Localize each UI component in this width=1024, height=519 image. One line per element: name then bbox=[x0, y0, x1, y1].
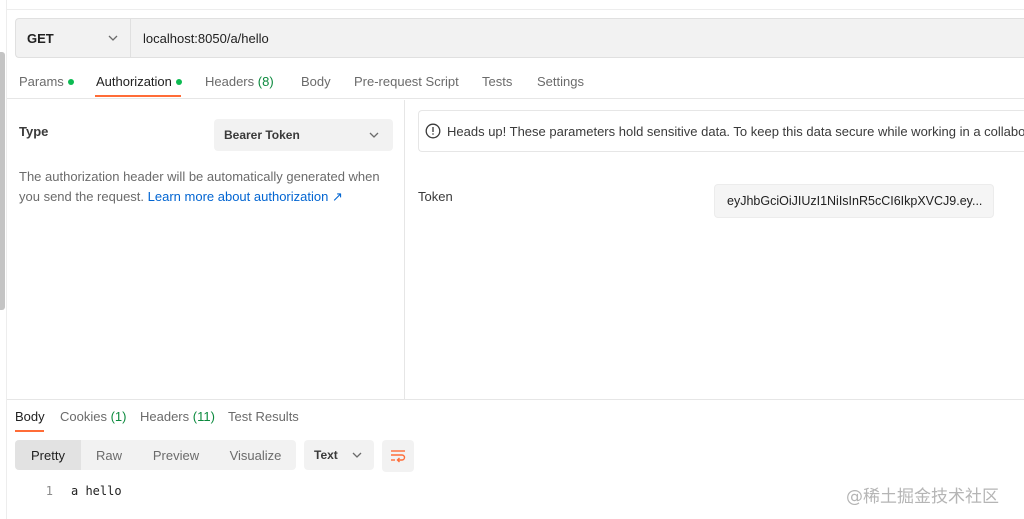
active-tab-indicator bbox=[95, 95, 181, 97]
view-pretty-button[interactable]: Pretty bbox=[15, 440, 81, 470]
chevron-down-icon bbox=[108, 35, 118, 41]
info-icon bbox=[425, 123, 441, 139]
view-preview-button[interactable]: Preview bbox=[137, 440, 215, 470]
view-mode-toggle: Pretty Raw Preview Visualize bbox=[15, 440, 296, 470]
tab-label: Pre-request Script bbox=[354, 74, 459, 89]
response-tab-body[interactable]: Body bbox=[15, 409, 45, 424]
wrap-lines-icon bbox=[391, 450, 406, 463]
response-divider bbox=[7, 399, 1024, 400]
auth-description: The authorization header will be automat… bbox=[19, 167, 389, 207]
tab-count: (1) bbox=[110, 409, 127, 424]
learn-more-link[interactable]: Learn more about authorization ↗ bbox=[148, 189, 343, 204]
tab-body[interactable]: Body bbox=[301, 74, 331, 89]
format-select[interactable]: Text bbox=[304, 440, 374, 470]
response-body-code[interactable]: 1 a hello bbox=[15, 484, 122, 498]
active-response-tab-indicator bbox=[15, 430, 44, 432]
response-tab-test-results[interactable]: Test Results bbox=[228, 409, 299, 424]
tab-label: Body bbox=[15, 409, 45, 424]
tab-label: Headers bbox=[140, 409, 190, 424]
notice-text: Heads up! These parameters hold sensitiv… bbox=[447, 123, 1024, 139]
tab-authorization[interactable]: Authorization bbox=[96, 74, 182, 89]
code-line: a hello bbox=[71, 484, 122, 498]
tab-params[interactable]: Params bbox=[19, 74, 74, 89]
auth-type-select[interactable]: Bearer Token bbox=[214, 119, 393, 151]
watermark: @稀土掘金技术社区 bbox=[846, 487, 999, 507]
top-strip bbox=[7, 0, 1024, 10]
status-dot bbox=[175, 78, 182, 85]
response-tab-headers[interactable]: Headers (11) bbox=[140, 409, 215, 424]
url-input[interactable]: localhost:8050/a/hello bbox=[131, 31, 269, 46]
method-label: GET bbox=[27, 30, 54, 46]
tab-label: Test Results bbox=[228, 409, 299, 424]
tab-label: Tests bbox=[482, 74, 513, 89]
tab-label: Headers bbox=[205, 74, 255, 89]
token-label: Token bbox=[418, 189, 453, 204]
tab-label: Settings bbox=[537, 74, 584, 89]
scrollbar-thumb[interactable] bbox=[0, 52, 5, 310]
status-dot bbox=[67, 78, 74, 85]
tab-label: Params bbox=[19, 74, 64, 89]
chevron-down-icon bbox=[352, 452, 362, 458]
token-input[interactable]: eyJhbGciOiJIUzI1NiIsInR5cCI6IkpXVCJ9.ey.… bbox=[714, 184, 994, 218]
learn-more-label: Learn more about authorization bbox=[147, 189, 329, 204]
type-label: Type bbox=[19, 124, 49, 139]
tab-label: Authorization bbox=[96, 74, 172, 89]
chevron-down-icon bbox=[369, 132, 379, 138]
tab-settings[interactable]: Settings bbox=[537, 74, 584, 89]
auth-type-panel: Type Bearer Token The authorization head… bbox=[7, 100, 405, 400]
tab-count: (11) bbox=[192, 409, 215, 424]
external-link-icon: ↗ bbox=[331, 189, 343, 204]
sensitive-data-notice: Heads up! These parameters hold sensitiv… bbox=[418, 110, 1024, 152]
token-value: eyJhbGciOiJIUzI1NiIsInR5cCI6IkpXVCJ9.ey.… bbox=[727, 194, 983, 208]
tab-tests[interactable]: Tests bbox=[482, 74, 512, 89]
tab-count: (8) bbox=[257, 74, 274, 89]
auth-details-panel: Heads up! These parameters hold sensitiv… bbox=[406, 100, 1024, 400]
request-tabs: Params Authorization Headers (8) Body Pr… bbox=[7, 66, 1024, 99]
wrap-lines-button[interactable] bbox=[382, 440, 414, 472]
format-value: Text bbox=[314, 448, 338, 462]
line-number: 1 bbox=[45, 484, 53, 498]
tab-headers[interactable]: Headers (8) bbox=[205, 74, 274, 89]
tab-label: Body bbox=[301, 74, 331, 89]
tab-pre-request-script[interactable]: Pre-request Script bbox=[354, 74, 459, 89]
tab-label: Cookies bbox=[60, 409, 107, 424]
view-raw-button[interactable]: Raw bbox=[81, 440, 137, 470]
response-tab-cookies[interactable]: Cookies (1) bbox=[60, 409, 126, 424]
left-scrollbar[interactable] bbox=[0, 0, 7, 519]
view-visualize-button[interactable]: Visualize bbox=[215, 440, 296, 470]
method-select[interactable]: GET bbox=[16, 19, 131, 57]
request-url-bar: GET localhost:8050/a/hello bbox=[15, 18, 1024, 58]
auth-type-value: Bearer Token bbox=[224, 128, 300, 142]
